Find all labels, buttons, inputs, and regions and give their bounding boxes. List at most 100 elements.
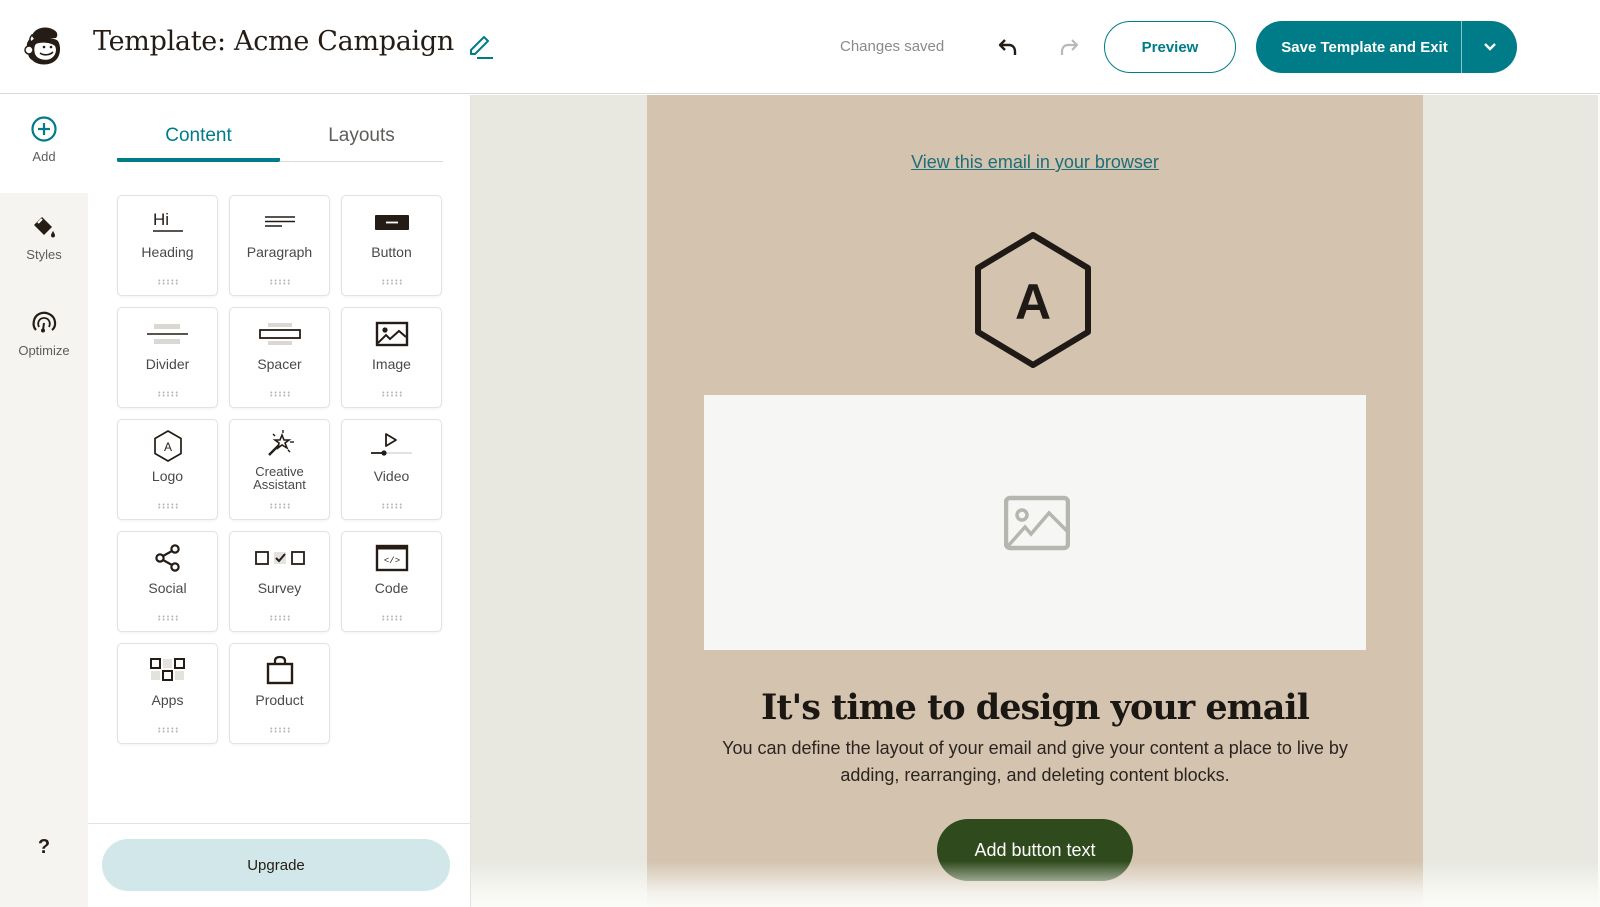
top-bar: Template: Acme Campaign Changes saved Pr…	[0, 0, 1600, 94]
logo-hexagon-icon: A	[153, 430, 182, 462]
block-label: Video	[373, 468, 410, 484]
pencil-icon[interactable]	[466, 33, 494, 61]
block-label: Divider	[145, 356, 190, 372]
drag-handle-icon[interactable]	[268, 615, 291, 621]
block-social[interactable]: Social	[117, 531, 218, 632]
survey-icon	[254, 551, 305, 565]
svg-text:A: A	[163, 440, 171, 454]
block-survey[interactable]: Survey	[229, 531, 330, 632]
drag-handle-icon[interactable]	[268, 279, 291, 285]
save-status: Changes saved	[840, 38, 945, 55]
gauge-icon	[32, 311, 57, 333]
email-logo-hexagon[interactable]: A	[970, 231, 1096, 369]
paragraph-icon	[264, 216, 295, 227]
save-options-menu-button[interactable]	[1462, 21, 1517, 73]
email-cta-button[interactable]: Add button text	[937, 819, 1133, 881]
rail-item-styles[interactable]: Styles	[0, 213, 88, 262]
view-in-browser-link[interactable]: View this email in your browser	[647, 152, 1423, 173]
plus-circle-icon	[31, 116, 57, 142]
rail-item-optimize[interactable]: Optimize	[0, 309, 88, 358]
block-label: Creative Assistant	[253, 464, 306, 492]
drag-handle-icon[interactable]	[380, 615, 403, 621]
drag-handle-icon[interactable]	[380, 503, 403, 509]
block-paragraph[interactable]: Paragraph	[229, 195, 330, 296]
tab-content[interactable]: Content	[117, 125, 280, 162]
help-button[interactable]: ?	[0, 836, 88, 859]
rail-label: Styles	[26, 247, 62, 262]
preview-button[interactable]: Preview	[1104, 21, 1236, 73]
rail-label: Add	[32, 149, 56, 164]
heading-icon: Hi	[152, 210, 183, 232]
block-label: Logo	[151, 468, 184, 484]
undo-icon[interactable]	[996, 34, 1022, 60]
block-button[interactable]: Button	[341, 195, 442, 296]
drag-handle-icon[interactable]	[156, 615, 179, 621]
drag-handle-icon[interactable]	[156, 391, 179, 397]
button-icon	[374, 215, 409, 230]
drag-handle-icon[interactable]	[268, 727, 291, 733]
block-label: Apps	[151, 692, 184, 708]
redo-icon	[1060, 39, 1079, 55]
block-video[interactable]: Video	[341, 419, 442, 520]
drag-handle-icon[interactable]	[268, 391, 291, 397]
email-canvas: View this email in your browser A It's t…	[471, 95, 1600, 907]
tab-layouts[interactable]: Layouts	[280, 125, 443, 161]
video-icon	[370, 433, 412, 456]
block-label: Spacer	[257, 356, 302, 372]
email-logo-letter: A	[1015, 274, 1051, 330]
block-logo[interactable]: A Logo	[117, 419, 218, 520]
divider-icon	[146, 324, 188, 344]
block-label: Code	[374, 580, 409, 596]
upgrade-button[interactable]: Upgrade	[102, 839, 450, 891]
shopping-bag-icon	[266, 655, 293, 685]
drag-handle-icon[interactable]	[156, 279, 179, 285]
drag-handle-icon[interactable]	[268, 503, 291, 509]
template-title: Template: Acme Campaign	[93, 26, 454, 57]
paint-bucket-icon	[34, 217, 55, 238]
drag-handle-icon[interactable]	[156, 503, 179, 509]
apps-icon	[149, 658, 185, 681]
email-heading[interactable]: It's time to design your email	[647, 687, 1423, 728]
panel-footer: Upgrade	[88, 823, 470, 907]
content-panel: Content Layouts Hi Heading Paragraph But…	[88, 95, 471, 907]
block-heading[interactable]: Hi Heading	[117, 195, 218, 296]
magic-wand-icon	[267, 430, 294, 456]
block-code[interactable]: </> Code	[341, 531, 442, 632]
save-button-group: Save Template and Exit	[1256, 21, 1517, 73]
block-product[interactable]: Product	[229, 643, 330, 744]
block-label: Heading	[141, 244, 194, 260]
block-image[interactable]: Image	[341, 307, 442, 408]
code-icon: </>	[375, 544, 408, 572]
block-divider[interactable]: Divider	[117, 307, 218, 408]
block-spacer[interactable]: Spacer	[229, 307, 330, 408]
block-label: Button	[371, 244, 412, 260]
chevron-down-icon	[1483, 43, 1496, 51]
block-apps[interactable]: Apps	[117, 643, 218, 744]
email-image-block[interactable]	[704, 395, 1366, 650]
block-label: Social	[148, 580, 187, 596]
block-creative-assistant[interactable]: Creative Assistant	[229, 419, 330, 520]
content-blocks-grid: Hi Heading Paragraph Button Divider Spac…	[117, 195, 442, 744]
block-label: Paragraph	[246, 244, 313, 260]
mailchimp-logo-icon[interactable]	[20, 22, 66, 68]
rail-label: Optimize	[18, 343, 70, 358]
save-template-and-exit-button[interactable]: Save Template and Exit	[1256, 21, 1462, 73]
email-preview: View this email in your browser A It's t…	[647, 95, 1423, 907]
panel-tabs: Content Layouts	[117, 125, 443, 162]
left-nav-rail: Add Styles Optimize ?	[0, 95, 88, 907]
svg-text:</>: </>	[383, 556, 399, 566]
block-label: Product	[255, 692, 304, 708]
block-label: Survey	[257, 580, 302, 596]
svg-text:Hi: Hi	[153, 210, 169, 229]
rail-notch	[0, 193, 88, 213]
share-icon	[154, 544, 180, 572]
spacer-icon	[258, 323, 301, 345]
drag-handle-icon[interactable]	[380, 391, 403, 397]
drag-handle-icon[interactable]	[380, 279, 403, 285]
rail-item-add[interactable]: Add	[0, 115, 88, 164]
block-label: Image	[372, 356, 411, 372]
drag-handle-icon[interactable]	[156, 727, 179, 733]
image-placeholder-icon	[1004, 495, 1070, 551]
image-icon	[375, 321, 408, 347]
email-body-text[interactable]: You can define the layout of your email …	[697, 735, 1373, 789]
